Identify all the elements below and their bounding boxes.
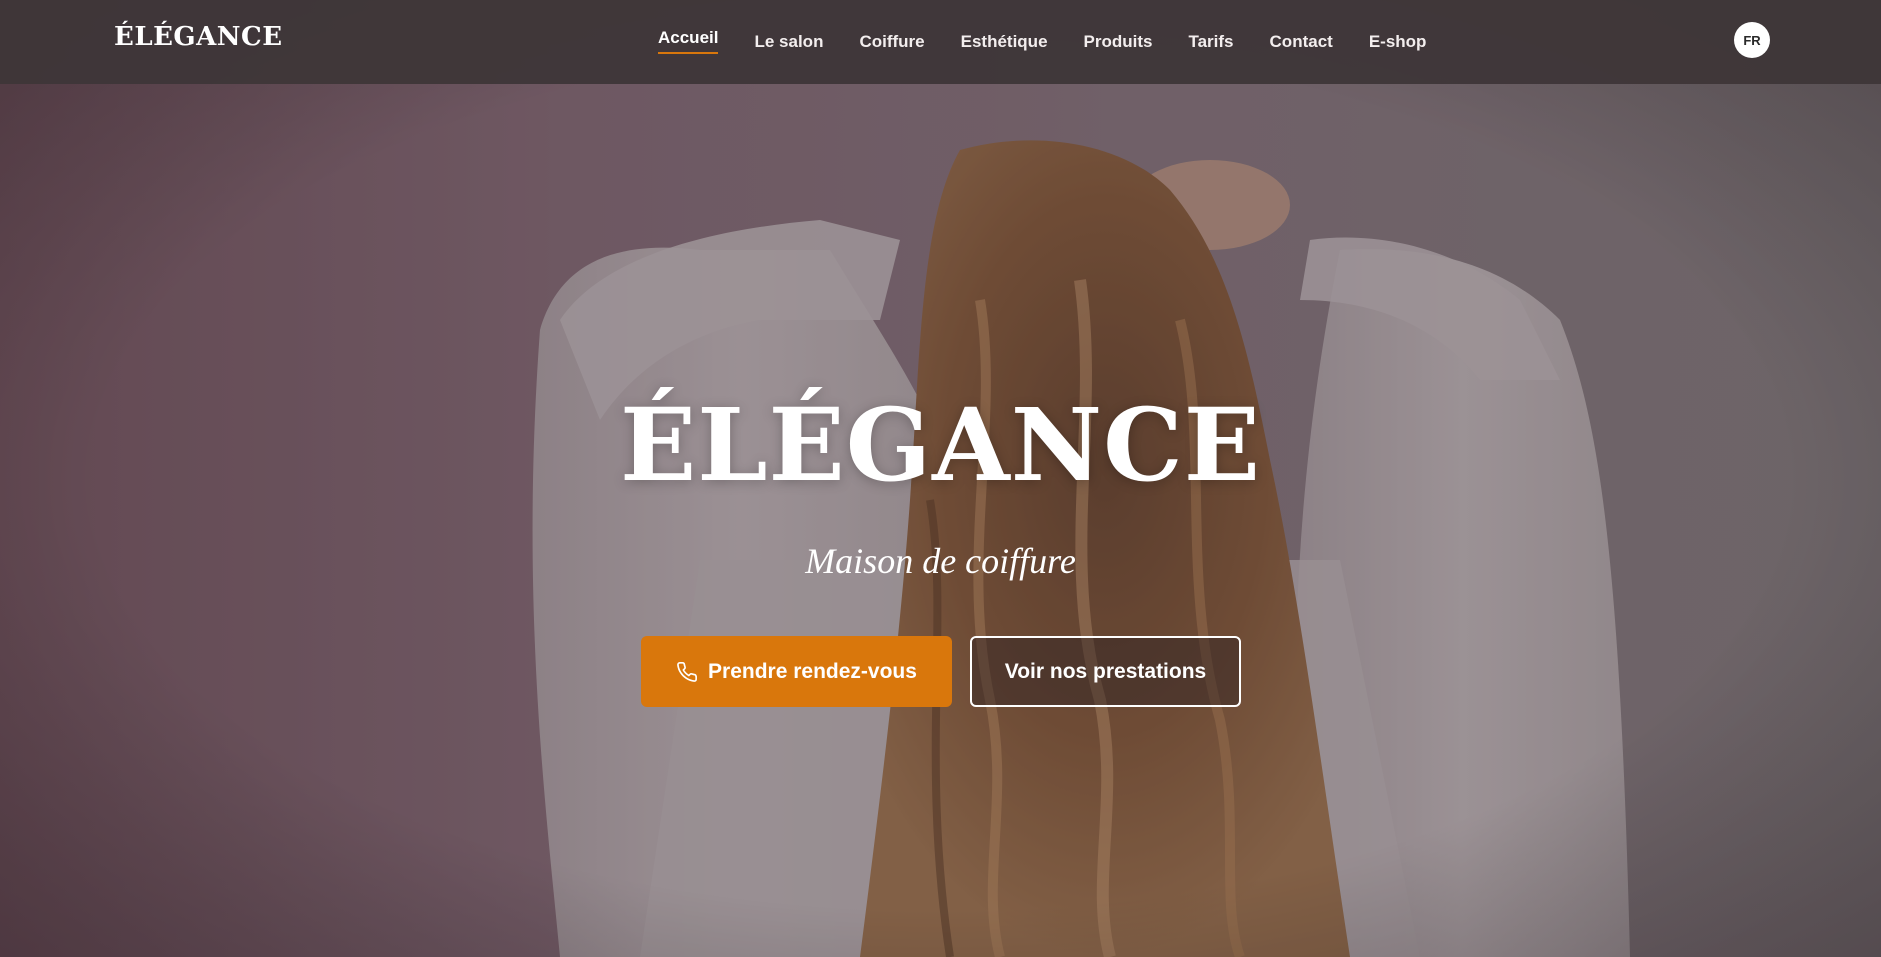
- nav-item-le-salon[interactable]: Le salon: [736, 0, 841, 84]
- nav-item-e-shop[interactable]: E-shop: [1351, 0, 1445, 84]
- nav-item-esthetique[interactable]: Esthétique: [943, 0, 1066, 84]
- main-nav: Accueil Le salon Coiffure Esthétique Pro…: [640, 0, 1444, 84]
- hero-subtitle: Maison de coiffure: [805, 541, 1076, 581]
- nav-item-coiffure[interactable]: Coiffure: [841, 0, 942, 84]
- nav-item-produits[interactable]: Produits: [1066, 0, 1171, 84]
- navbar: ÉLÉGANCE Accueil Le salon Coiffure Esthé…: [0, 0, 1881, 84]
- nav-item-accueil[interactable]: Accueil: [640, 0, 736, 84]
- hero-title: ÉLÉGANCE: [620, 386, 1261, 504]
- book-appointment-label: Prendre rendez-vous: [708, 659, 917, 683]
- nav-item-contact[interactable]: Contact: [1252, 0, 1351, 84]
- book-appointment-button[interactable]: Prendre rendez-vous: [641, 636, 952, 707]
- phone-icon: [676, 661, 698, 683]
- language-switcher[interactable]: FR: [1734, 22, 1770, 58]
- view-services-button[interactable]: Voir nos prestations: [970, 636, 1241, 707]
- nav-item-tarifs[interactable]: Tarifs: [1170, 0, 1251, 84]
- hero-cta-group: Prendre rendez-vous Voir nos prestations: [641, 636, 1241, 707]
- brand-logo[interactable]: ÉLÉGANCE: [114, 22, 283, 52]
